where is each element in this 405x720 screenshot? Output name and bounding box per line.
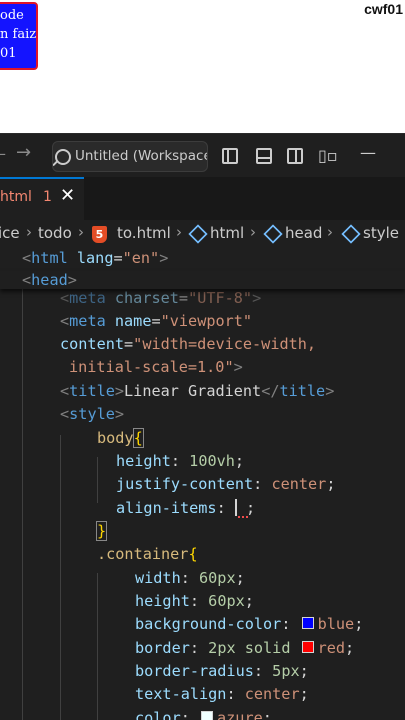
symbol-element-icon — [341, 224, 361, 244]
chevron-right-icon: › — [26, 223, 32, 241]
code-line-color: color: azure; — [135, 707, 272, 720]
demo-container-box: ode n faiz 01 — [0, 2, 38, 70]
indent-guide — [22, 287, 23, 720]
code-line-body-selector: body{ — [97, 428, 144, 448]
code-line-title: <title>Linear Gradient</title> — [60, 382, 335, 400]
sticky-line-head[interactable]: <head> — [0, 271, 405, 289]
code-editor-window: – → Untitled (Workspace ▯▫ — html 1 ✕ ic… — [0, 133, 405, 720]
tab-label: html — [0, 189, 32, 205]
minimize-window-icon[interactable]: — — [360, 143, 376, 162]
code-line-body-close: } — [95, 521, 108, 541]
code-line-border-radius: border-radius: 5px; — [135, 662, 309, 680]
search-icon — [55, 149, 71, 165]
code-line-border: border: 2px solid red; — [135, 639, 355, 657]
code-line-style-open: <style> — [60, 405, 125, 423]
code-line-background-color: background-color: blue; — [135, 615, 364, 633]
error-squiggle — [238, 513, 248, 518]
code-line-justify-content: justify-content: center; — [116, 475, 336, 493]
chevron-right-icon: › — [176, 223, 182, 241]
toggle-panel-icon[interactable] — [256, 148, 272, 164]
tab-to-html[interactable]: html 1 ✕ — [0, 177, 84, 220]
code-line-initial-scale: initial-scale=1.0"> — [69, 358, 243, 376]
indent-guide — [97, 573, 98, 720]
chevron-right-icon: › — [250, 223, 256, 241]
code-line-width: width: 60px; — [135, 569, 245, 587]
breadcrumb-item-style[interactable]: style — [363, 224, 399, 242]
indent-guide — [60, 435, 61, 720]
symbol-element-icon — [188, 224, 208, 244]
code-line-text-align: text-align: center; — [135, 685, 309, 703]
forward-arrow-icon[interactable]: → — [16, 142, 31, 163]
workspace-title: Untitled (Workspace — [75, 148, 208, 164]
html5-file-icon: 5 — [92, 226, 107, 243]
breadcrumb-item-html[interactable]: html — [210, 224, 244, 242]
breadcrumb-item-todo[interactable]: todo — [38, 224, 72, 242]
code-line-container-height: height: 60px; — [135, 592, 254, 610]
breadcrumb-item-file[interactable]: to.html — [117, 224, 171, 242]
chevron-right-icon: › — [78, 223, 84, 241]
channel-watermark: cwf01 — [364, 1, 403, 17]
preview-area: ode n faiz 01 cwf01 — [0, 0, 405, 133]
close-icon[interactable]: ✕ — [60, 185, 75, 206]
symbol-element-icon — [263, 224, 283, 244]
color-swatch-blue[interactable] — [301, 617, 314, 629]
code-line-container-selector: .container{ — [97, 545, 198, 563]
breadcrumb-item-folder[interactable]: ice — [0, 224, 20, 242]
code-line-align-items[interactable]: align-items: ; — [116, 497, 255, 520]
code-line-meta-viewport: <meta name="viewport" — [60, 312, 253, 330]
color-swatch-red[interactable] — [301, 641, 314, 653]
indent-guide — [97, 457, 98, 503]
code-area[interactable]: <meta charset="UTF-8"> <html lang="en"> … — [0, 247, 405, 720]
back-arrow-icon[interactable]: – — [0, 144, 6, 163]
code-line-meta-charset: <meta charset="UTF-8"> — [60, 289, 262, 307]
toggle-primary-sidebar-icon[interactable] — [222, 148, 238, 164]
demo-box-line-2: n faiz — [0, 27, 37, 42]
code-line-height: height: 100vh; — [116, 452, 245, 470]
toggle-secondary-sidebar-icon[interactable] — [287, 148, 303, 164]
customize-layout-icon[interactable]: ▯▫ — [318, 146, 338, 165]
editor-tab-bar: html 1 ✕ — [0, 177, 405, 220]
tab-problem-count: 1 — [43, 189, 52, 205]
chevron-right-icon: › — [327, 223, 333, 241]
code-line-content-attr: content="width=device-width, — [60, 335, 317, 353]
breadcrumb: ice › todo › 5 to.html › html › head › s… — [0, 221, 405, 247]
title-bar: – → Untitled (Workspace ▯▫ — — [0, 133, 405, 178]
command-center-search[interactable]: Untitled (Workspace — [52, 141, 208, 172]
color-swatch-azure[interactable] — [201, 711, 214, 720]
sticky-line-html[interactable]: <html lang="en"> — [0, 247, 405, 270]
demo-box-line-1: ode — [0, 8, 24, 23]
breadcrumb-item-head[interactable]: head — [285, 224, 322, 242]
demo-box-line-3: 01 — [0, 46, 17, 61]
